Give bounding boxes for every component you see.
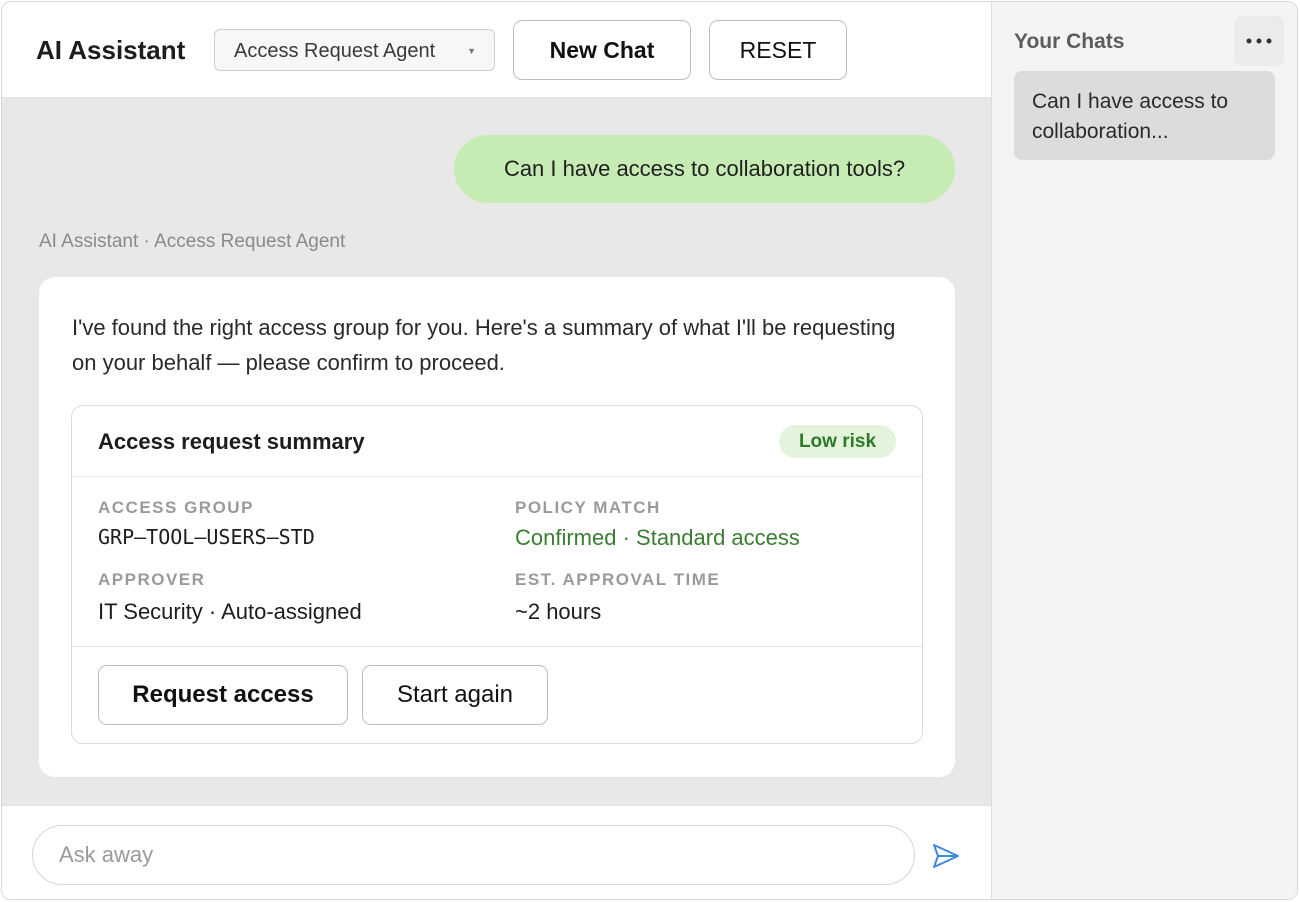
more-dots-icon	[1246, 38, 1272, 44]
summary-card-title: Access request summary	[98, 429, 365, 454]
access-group-value: GRP–TOOL–USERS–STD	[98, 525, 315, 549]
approval-time-label: EST. APPROVAL TIME	[515, 570, 721, 589]
access-request-summary-card: Access request summary Low risk ACCESS G…	[71, 405, 923, 744]
chats-sidebar: Your Chats Can I have access to collabor…	[991, 2, 1297, 899]
send-icon	[933, 844, 959, 868]
chat-list-item[interactable]: Can I have access to collaboration...	[1014, 71, 1275, 160]
more-options-button[interactable]	[1234, 16, 1284, 66]
agent-select-value: Access Request Agent	[234, 40, 436, 62]
approver-label: APPROVER	[98, 570, 206, 589]
send-button[interactable]	[931, 841, 961, 871]
sidebar-title: Your Chats	[1014, 30, 1125, 53]
chevron-down-icon: ▼	[467, 46, 476, 56]
start-again-button[interactable]: Start again	[362, 665, 548, 725]
summary-card-actions: Request access Start again	[72, 646, 922, 744]
approver-value: IT Security · Auto-assigned	[98, 599, 362, 624]
reset-button[interactable]: RESET	[709, 20, 847, 80]
conversation-area[interactable]: Can I have access to collaboration tools…	[2, 98, 991, 805]
main-column: AI Assistant Access Request Agent ▼ New …	[2, 2, 991, 899]
access-group-label: ACCESS GROUP	[98, 498, 254, 517]
app-window: AI Assistant Access Request Agent ▼ New …	[1, 1, 1298, 900]
policy-match-label: POLICY MATCH	[515, 498, 661, 517]
header-bar: AI Assistant Access Request Agent ▼ New …	[2, 2, 991, 98]
user-message: Can I have access to collaboration tools…	[454, 135, 955, 203]
assistant-message: I've found the right access group for yo…	[39, 277, 955, 777]
agent-select[interactable]: Access Request Agent ▼	[214, 29, 495, 71]
risk-badge: Low risk	[779, 425, 896, 458]
request-access-button[interactable]: Request access	[98, 665, 348, 725]
summary-card-header: Access request summary Low risk	[72, 406, 922, 477]
app-title: AI Assistant	[36, 35, 186, 65]
chat-input[interactable]	[32, 825, 915, 885]
approval-time-value: ~2 hours	[515, 599, 602, 624]
new-chat-button[interactable]: New Chat	[513, 20, 691, 80]
composer-bar	[2, 805, 991, 899]
assistant-sender-line: AI Assistant · Access Request Agent	[39, 231, 346, 252]
policy-match-value: Confirmed · Standard access	[515, 525, 800, 550]
assistant-intro-text: I've found the right access group for yo…	[72, 315, 896, 375]
